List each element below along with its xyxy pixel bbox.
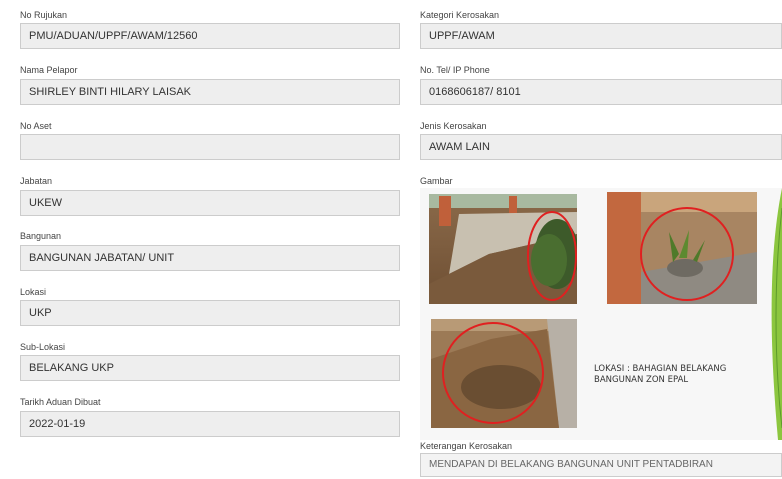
tarikh-aduan-label: Tarikh Aduan Dibuat <box>20 397 101 407</box>
photo-pathway <box>429 194 577 304</box>
jenis-kerosakan-field[interactable]: AWAM LAIN <box>420 134 782 160</box>
nama-pelapor-field[interactable]: SHIRLEY BINTI HILARY LAISAK <box>20 79 400 105</box>
photo-dirt-curb <box>431 319 577 428</box>
gambar-label: Gambar <box>420 176 453 186</box>
nama-pelapor-label: Nama Pelapor <box>20 65 78 75</box>
no-tel-field[interactable]: 0168606187/ 8101 <box>420 79 782 105</box>
tarikh-aduan-field[interactable]: 2022-01-19 <box>20 411 400 437</box>
bangunan-field[interactable]: BANGUNAN JABATAN/ UNIT <box>20 245 400 271</box>
leaf-decoration <box>771 188 782 440</box>
no-aset-field[interactable] <box>20 134 400 160</box>
gambar-caption-line1: LOKASI : BAHAGIAN BELAKANG <box>594 364 727 374</box>
gambar-caption: LOKASI : BAHAGIAN BELAKANG BANGUNAN ZON … <box>594 364 726 386</box>
sub-lokasi-label: Sub-Lokasi <box>20 342 66 352</box>
no-aset-label: No Aset <box>20 121 52 131</box>
keterangan-label: Keterangan Kerosakan <box>420 441 513 451</box>
sub-lokasi-field[interactable]: BELAKANG UKP <box>20 355 400 381</box>
jenis-kerosakan-label: Jenis Kerosakan <box>420 121 487 131</box>
gambar-caption-line2: BANGUNAN ZON EPAL <box>594 375 689 385</box>
kategori-label: Kategori Kerosakan <box>420 10 500 20</box>
no-tel-label: No. Tel/ IP Phone <box>420 65 490 75</box>
keterangan-field[interactable]: MENDAPAN DI BELAKANG BANGUNAN UNIT PENTA… <box>420 453 782 477</box>
bangunan-label: Bangunan <box>20 231 62 241</box>
gambar-image[interactable]: LOKASI : BAHAGIAN BELAKANG BANGUNAN ZON … <box>420 188 782 440</box>
no-rujukan-label: No Rujukan <box>20 10 68 20</box>
jabatan-field[interactable]: UKEW <box>20 190 400 216</box>
lokasi-field[interactable]: UKP <box>20 300 400 326</box>
photo-plant-corner <box>607 192 757 304</box>
jabatan-label: Jabatan <box>20 176 53 186</box>
lokasi-label: Lokasi <box>20 287 47 297</box>
kategori-field[interactable]: UPPF/AWAM <box>420 23 782 49</box>
no-rujukan-field[interactable]: PMU/ADUAN/UPPF/AWAM/12560 <box>20 23 400 49</box>
